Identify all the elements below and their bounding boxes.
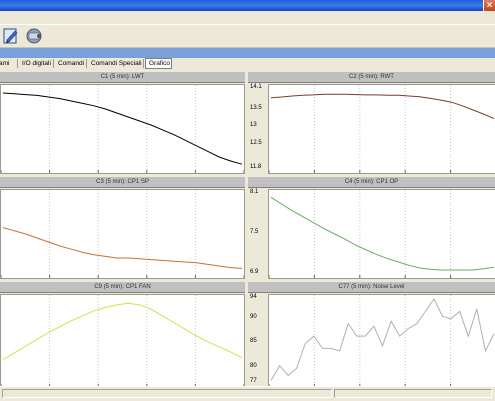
y-tick-label: 94 <box>250 294 257 300</box>
chart-svg <box>1 295 244 387</box>
chart-title: C2 (5 min): RWT <box>248 72 495 83</box>
chart-title: C77 (5 min): Noise Level <box>248 282 495 293</box>
series-line <box>270 298 495 381</box>
edit-icon[interactable] <box>1 26 21 46</box>
tab-digital-io[interactable]: I/O digitali <box>19 59 54 68</box>
y-tick-label: 8.1 <box>250 189 259 195</box>
chart-panel-noise-level: C77 (5 min): Noise Level 94 90 85 80 77 <box>248 282 495 388</box>
status-cell-secondary <box>334 389 492 398</box>
chart-svg <box>269 295 495 387</box>
y-tick-label: 85 <box>250 338 257 345</box>
chart-svg <box>1 85 244 173</box>
series-line <box>270 196 495 271</box>
y-tick-label: 7.5 <box>250 229 259 235</box>
series-line <box>270 93 495 120</box>
y-tick-label: 13 <box>250 122 257 129</box>
chart-title: C9 (5 min): CP1 FAN <box>0 282 245 293</box>
chart-area: C1 (5 min): LWT C2 (5 min): RWT 14.1 13.5… <box>0 70 495 388</box>
y-tick-label: 14.1 <box>250 84 262 90</box>
status-cell-main <box>2 389 332 398</box>
chart-svg <box>1 190 244 278</box>
y-tick-label: 90 <box>250 313 257 320</box>
chart-title: C4 (5 min): CP1 OP <box>248 177 495 188</box>
tab-special-commands[interactable]: Comandi Speciali <box>88 59 144 68</box>
plot-area <box>0 189 245 279</box>
close-button[interactable]: × <box>483 0 495 11</box>
plot-area <box>268 189 495 279</box>
status-bar <box>0 386 495 401</box>
menu-bar <box>0 11 495 25</box>
y-tick-label: 6.9 <box>250 269 259 275</box>
y-tick-label: 11.8 <box>250 164 262 170</box>
chart-panel-cp1-fan: C9 (5 min): CP1 FAN <box>0 282 245 388</box>
y-tick-label: 80 <box>250 363 257 370</box>
y-tick-label: 77 <box>250 378 257 384</box>
series-line <box>2 302 243 360</box>
plot-area <box>268 84 495 174</box>
section-header-band <box>0 48 495 58</box>
chart-panel-cp1-op: C4 (5 min): CP1 OP 8.1 7.5 6.9 <box>248 177 495 281</box>
tab-commands[interactable]: Comandi <box>55 59 87 68</box>
y-tick-label: 13.5 <box>250 104 262 111</box>
plot-area <box>0 294 245 388</box>
chart-panel-cp1-sp: C3 (5 min): CP1 SP <box>0 177 245 281</box>
window-title-bar[interactable]: × <box>0 0 495 11</box>
chart-title: C3 (5 min): CP1 SP <box>0 177 245 188</box>
series-line <box>2 227 243 269</box>
tab-analog[interactable]: ami <box>0 59 18 68</box>
toolbar <box>0 25 495 48</box>
series-line <box>2 92 243 165</box>
chart-svg <box>269 85 495 173</box>
chart-title: C1 (5 min): LWT <box>0 72 245 83</box>
chart-panel-lwt: C1 (5 min): LWT <box>0 72 245 176</box>
tab-chart[interactable]: Grafico <box>145 58 172 69</box>
tab-strip: ami I/O digitali Comandi Comandi Special… <box>0 58 495 69</box>
y-tick-label: 12.5 <box>250 139 262 146</box>
plot-area <box>0 84 245 174</box>
chart-svg <box>269 190 495 278</box>
settings-icon[interactable] <box>24 26 44 46</box>
chart-panel-rwt: C2 (5 min): RWT 14.1 13.5 13 12.5 11.8 <box>248 72 495 176</box>
plot-area <box>268 294 495 388</box>
